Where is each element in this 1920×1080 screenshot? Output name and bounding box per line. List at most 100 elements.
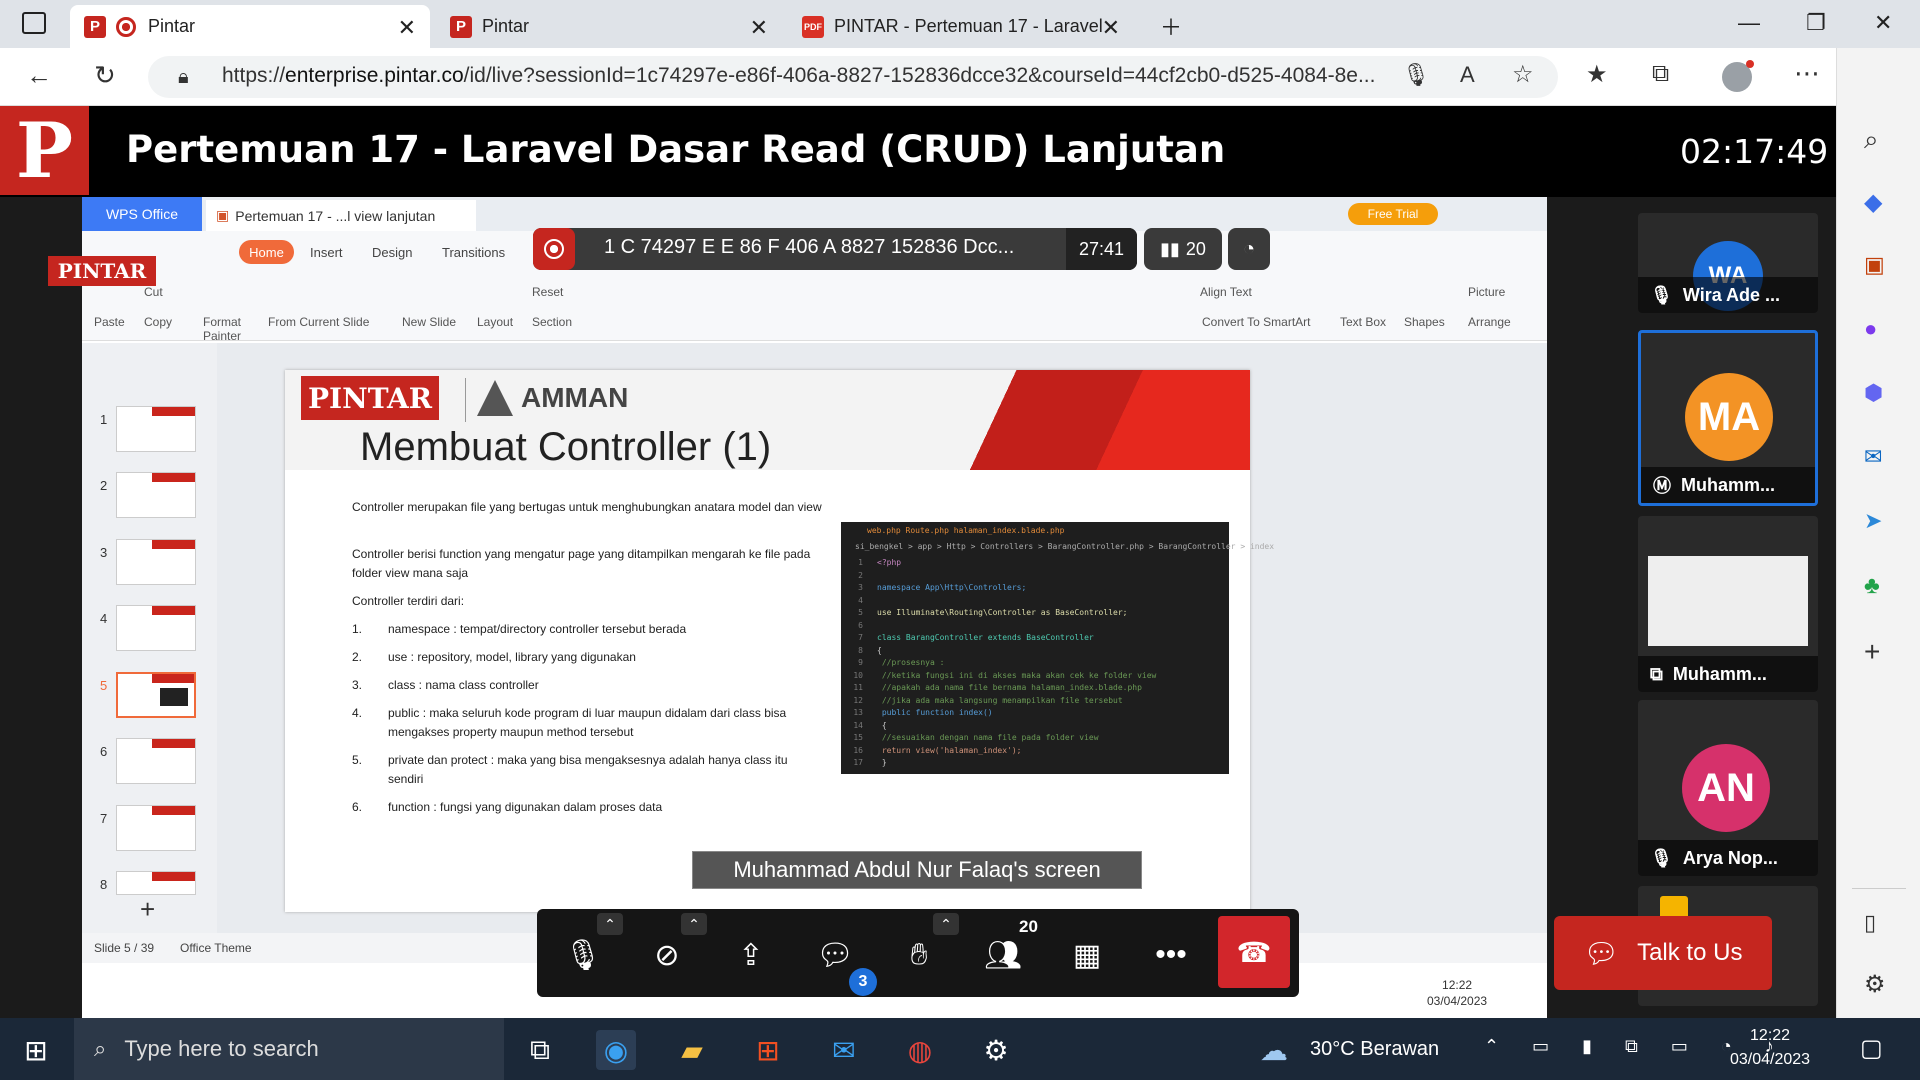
browser-tab[interactable]: PDF PINTAR - Pertemuan 17 - Laravel ✕	[788, 5, 1134, 48]
code-line: 10 //ketika fungsi ini di akses maka aka…	[841, 671, 1156, 680]
chat-bubble-icon: 💬︎	[1583, 937, 1620, 969]
ribbon-shapes: Shapes	[1404, 315, 1445, 329]
settings-gear-icon[interactable]: ⚙	[976, 1030, 1016, 1070]
mic-options-caret[interactable]: ⌃	[597, 913, 623, 935]
mail-icon[interactable]: ✉	[824, 1030, 864, 1070]
close-window-icon[interactable]: ✕	[1874, 10, 1892, 36]
record-button[interactable]	[533, 228, 575, 270]
add-favorite-icon[interactable]: ☆	[1512, 60, 1534, 89]
close-tab-icon[interactable]: ✕	[1102, 15, 1120, 41]
reactions-caret[interactable]: ⌃	[933, 913, 959, 935]
hangup-icon: ☎	[1236, 936, 1272, 968]
code-line-number: 16	[853, 745, 863, 755]
slide-paragraph: Controller merupakan file yang bertugas …	[352, 500, 822, 514]
microphone-icon[interactable]: 🎙︎	[1402, 62, 1430, 88]
talk-to-us-button[interactable]: 💬︎ Talk to Us	[1554, 916, 1772, 990]
weather-cloud-icon: ☁	[1260, 1035, 1288, 1066]
leave-call-button[interactable]: ☎	[1218, 916, 1290, 988]
camera-toggle-icon[interactable]: ⊘	[642, 930, 692, 980]
add-icon[interactable]: +	[1864, 636, 1880, 668]
lock-icon[interactable]: 🔒︎	[178, 66, 189, 89]
participant-tile[interactable]: WA 🎙︎ Wira Ade ...	[1638, 213, 1818, 313]
free-trial-badge: Free Trial	[1348, 203, 1438, 225]
notifications-icon[interactable]: ▢	[1860, 1034, 1883, 1063]
file-explorer-icon[interactable]: ▰	[672, 1030, 712, 1070]
restore-icon[interactable]: ❐	[1806, 10, 1826, 36]
search-placeholder: Type here to search	[124, 1036, 319, 1061]
taskbar-clock[interactable]: 12:22 03/04/2023	[1730, 1024, 1810, 1072]
minimize-icon[interactable]: —	[1738, 10, 1760, 36]
more-options-icon[interactable]: •••	[1146, 930, 1196, 980]
slide-thumbnail	[116, 539, 196, 585]
list-item: use : repository, model, library yang di…	[388, 650, 636, 664]
taskbar-search[interactable]: ⌕ Type here to search	[74, 1018, 504, 1080]
people-icon[interactable]: ●	[1864, 316, 1877, 342]
ribbon-section: Section	[532, 315, 573, 329]
participant-name: ⧉ Muhamm...	[1638, 656, 1818, 692]
participant-tile-active[interactable]: MA Ⓜ Muhamm...	[1638, 330, 1818, 506]
more-icon[interactable]: ⋯	[1794, 58, 1820, 89]
slide-thumbnail	[116, 406, 196, 452]
chrome-icon[interactable]: ◍	[900, 1030, 940, 1070]
close-tab-icon[interactable]: ✕	[398, 15, 416, 41]
code-line: 5 use Illuminate\Routing\Controller as Ba…	[841, 608, 1127, 617]
search-icon: ⌕	[94, 1036, 107, 1061]
participant-tile[interactable]: AN 🎙︎ Arya Nop...	[1638, 700, 1818, 876]
connection-gauge-icon[interactable]: ◔	[1228, 228, 1270, 270]
talk-label: Talk to Us	[1637, 939, 1743, 966]
back-icon[interactable]: ←	[26, 60, 52, 91]
windows-start-icon[interactable]: ⊞	[16, 1030, 56, 1070]
browser-tab[interactable]: P Pintar ✕	[436, 5, 782, 48]
code-line: 9 //prosesnya :	[841, 658, 944, 667]
raise-hand-icon[interactable]: ✋︎	[894, 930, 944, 980]
code-line: 15 //sesuaikan dengan nama file pada fol…	[841, 733, 1098, 742]
tree-icon[interactable]: ♣	[1864, 572, 1880, 600]
list-item: function : fungsi yang digunakan dalam p…	[388, 800, 663, 814]
chat-unread-badge: 3	[849, 968, 877, 996]
search-icon[interactable]: ⌕	[1864, 124, 1879, 156]
weather-text[interactable]: 30°C Berawan	[1310, 1038, 1439, 1061]
list-item: private dan protect : maka yang bisa men…	[388, 753, 788, 786]
read-aloud-icon[interactable]: A	[1460, 62, 1475, 88]
camera-options-caret[interactable]: ⌃	[681, 913, 707, 935]
participant-tile[interactable]: ⧉ Muhamm...	[1638, 516, 1818, 692]
slide-red-band	[955, 370, 1250, 470]
meeting-timer: 02:17:49	[1680, 132, 1829, 171]
refresh-icon[interactable]: ↻	[94, 60, 116, 91]
new-tab-icon[interactable]: ＋	[1160, 10, 1182, 42]
collections-icon[interactable]: ⧉	[1652, 60, 1669, 88]
store-icon[interactable]: ⊞	[748, 1030, 788, 1070]
sidebar-layout-icon[interactable]: ▯	[1864, 910, 1876, 936]
outlook-icon[interactable]: ✉	[1864, 444, 1882, 470]
tab-actions-icon[interactable]	[22, 12, 46, 34]
settings-gear-icon[interactable]: ⚙	[1864, 970, 1886, 999]
browser-tab-active[interactable]: P Pintar ✕	[70, 5, 430, 48]
send-icon[interactable]: ➤	[1864, 508, 1882, 534]
inner-clock: 12:22 03/04/2023	[1427, 978, 1488, 1008]
grid-view-icon[interactable]: ▦	[1062, 930, 1112, 980]
tools-icon[interactable]: ▣	[1864, 252, 1885, 278]
tag-icon[interactable]: ◆	[1864, 188, 1882, 217]
code-line-number: 17	[853, 758, 863, 767]
close-tab-icon[interactable]: ✕	[750, 15, 768, 41]
mic-toggle-icon[interactable]: 🎙︎	[558, 930, 608, 980]
ribbon-picture: Picture	[1468, 285, 1506, 299]
ribbon-copy: Copy	[144, 315, 173, 329]
ribbon-tab-insert: Insert	[310, 245, 343, 260]
participants-icon[interactable]: 👥︎	[978, 930, 1028, 980]
edge-taskbar-icon[interactable]: ◉	[596, 1030, 636, 1070]
ribbon-from-current: From Current Slide	[268, 315, 370, 329]
participant-count[interactable]: ▮▮ 20	[1144, 228, 1222, 270]
share-screen-icon[interactable]: ⇪	[726, 930, 776, 980]
ribbon-format-painter: Format Painter	[202, 315, 242, 343]
url-text[interactable]: https://enterprise.pintar.co/id/live?ses…	[222, 64, 1375, 88]
code-line: 14 {	[841, 721, 886, 730]
task-view-icon[interactable]: ⧉	[520, 1030, 560, 1070]
slide-thumbnail	[116, 738, 196, 784]
office-icon[interactable]: ⬢	[1864, 380, 1883, 406]
participant-name: Ⓜ Muhamm...	[1641, 467, 1815, 503]
ribbon-reset: Reset	[532, 285, 564, 299]
theme-name: Office Theme	[180, 941, 252, 955]
favorites-icon[interactable]: ★	[1586, 60, 1608, 89]
participant-name: 🎙︎ Wira Ade ...	[1638, 277, 1818, 313]
